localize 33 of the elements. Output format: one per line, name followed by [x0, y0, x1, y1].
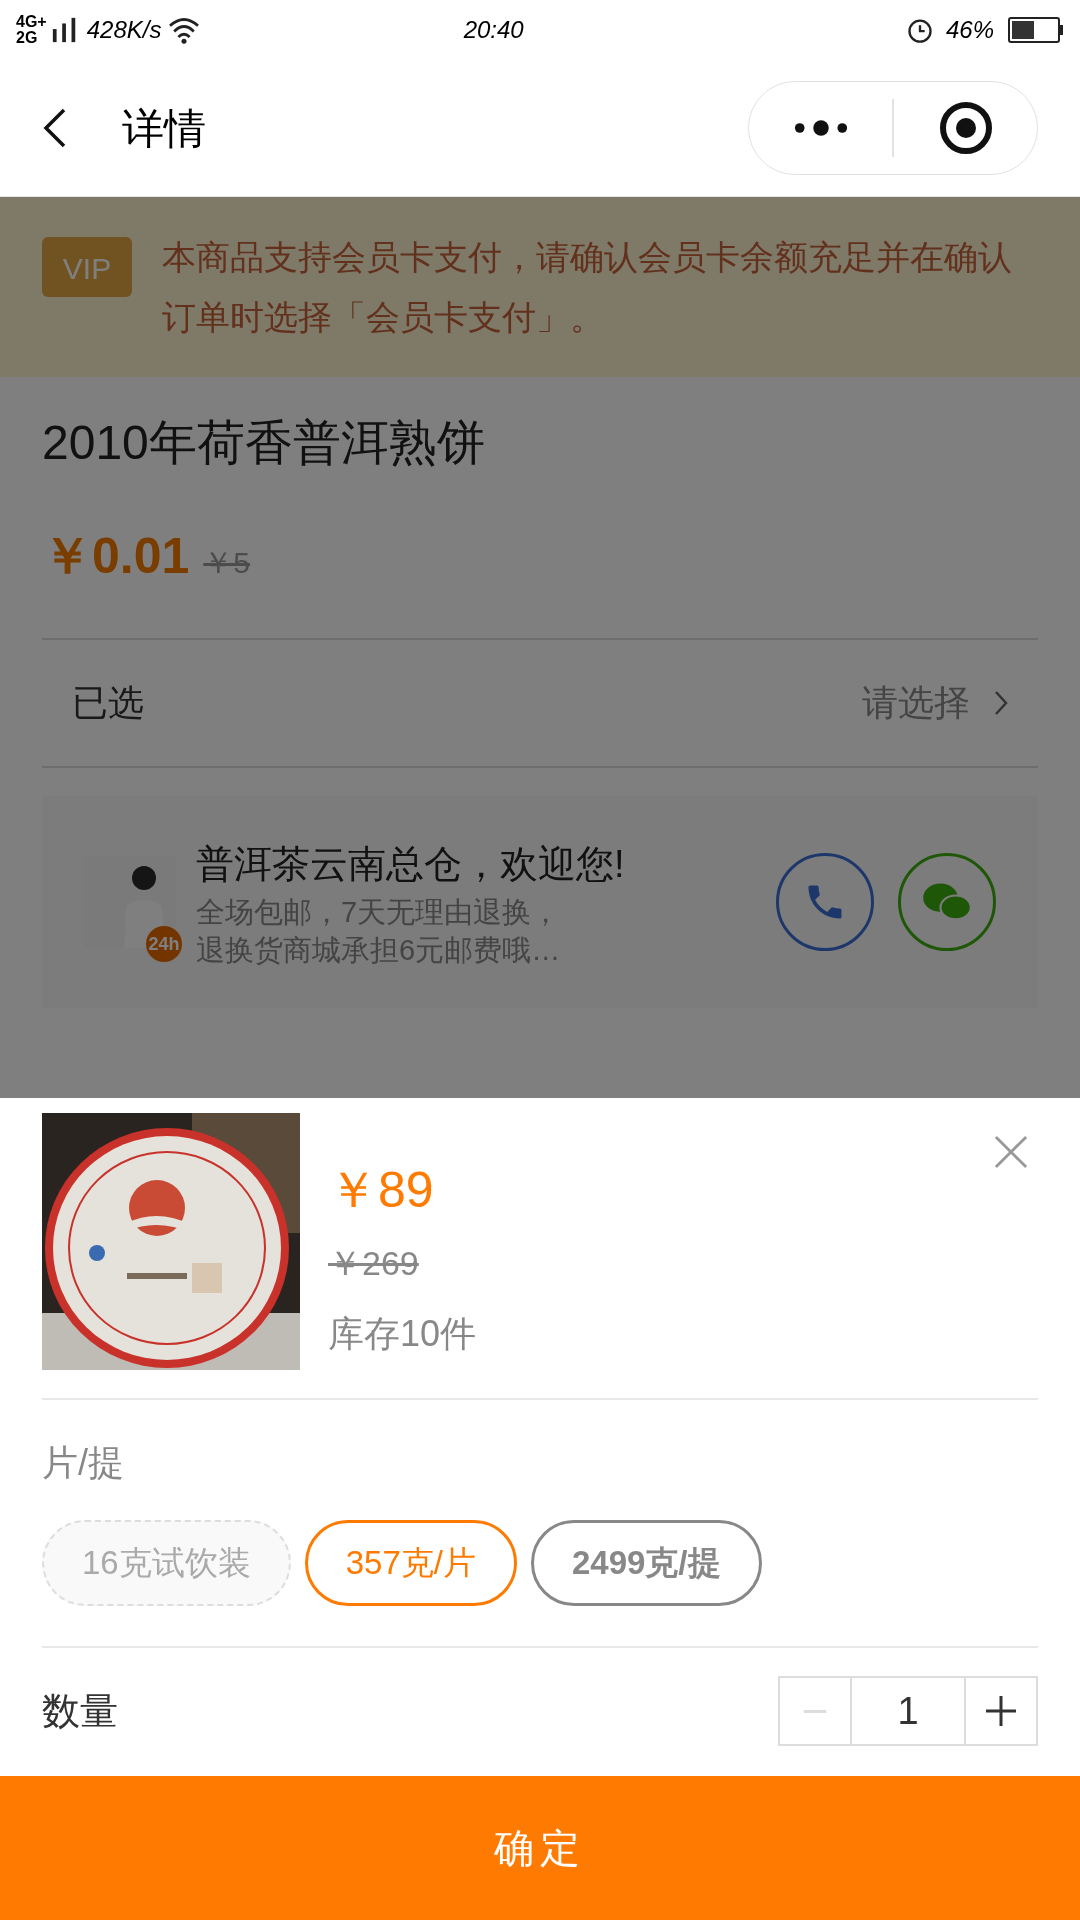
vip-notice-text: 本商品支持会员卡支付，请确认会员卡余额充足并在确认订单时选择「会员卡支付」。 [162, 237, 1013, 338]
stock-count: 库存10件 [328, 1312, 478, 1356]
network-speed: 428K/s [86, 15, 162, 45]
wechat-button[interactable] [898, 853, 996, 951]
spec-label: 片/提 [41, 1441, 125, 1485]
sheet-original-price: ￥269 [328, 1243, 419, 1284]
sheet-price: ￥89 [328, 1161, 435, 1220]
service-note: 退换货商城承担6元邮费哦… [196, 932, 562, 968]
phone-button[interactable] [776, 853, 874, 951]
battery-percent: 46% [945, 15, 994, 45]
plus-icon [986, 1696, 1016, 1726]
page-title: 详情 [122, 103, 206, 154]
close-mini-program-icon[interactable] [938, 101, 993, 155]
chevron-right-icon [994, 690, 1008, 716]
24h-badge: 24h [146, 926, 182, 962]
dim-overlay[interactable] [0, 197, 1080, 1098]
clock-time: 20:40 [463, 15, 524, 45]
network-label: 4G+ [16, 14, 47, 30]
close-icon[interactable] [994, 1135, 1028, 1169]
quantity-label: 数量 [42, 1688, 118, 1734]
service-title: 普洱茶云南总仓，欢迎您! [196, 841, 625, 887]
spec-option[interactable]: 2499克/提 [530, 1520, 762, 1606]
spec-option[interactable]: 357克/片 [304, 1520, 517, 1606]
network-label: 2G [16, 30, 39, 46]
selection-row[interactable]: 已选 请选择 [42, 640, 1038, 768]
vip-badge: VIP [42, 237, 132, 297]
product-title: 2010年荷香普洱熟饼 [42, 415, 486, 471]
back-icon[interactable] [42, 106, 66, 150]
confirm-button[interactable]: 确定 [0, 1776, 1080, 1920]
battery-icon [1008, 17, 1064, 43]
service-note: 全场包邮，7天无理由退换， [196, 894, 562, 930]
wifi-icon [167, 16, 202, 44]
product-price: ￥0.01 [42, 527, 190, 586]
